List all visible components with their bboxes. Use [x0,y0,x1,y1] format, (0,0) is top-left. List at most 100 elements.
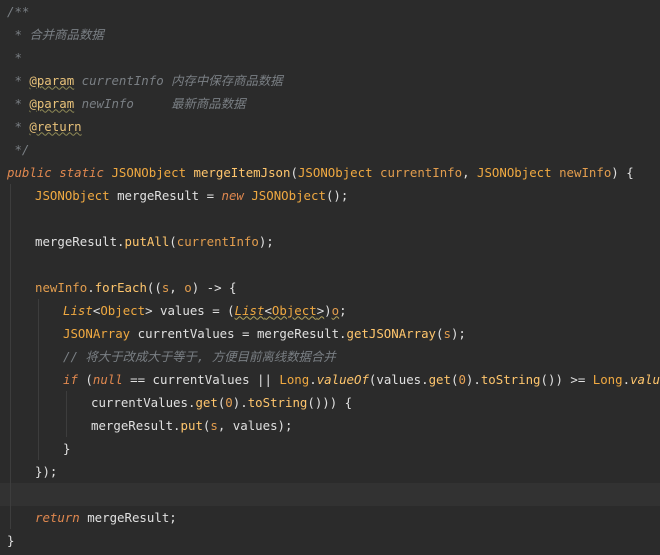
code-text: * @return [7,115,82,138]
code-line[interactable]: * [0,46,660,69]
code-token: toString [480,371,541,387]
code-token: * [7,49,22,65]
code-line[interactable]: } [0,436,660,460]
code-line[interactable]: return mergeResult; [0,505,660,529]
indent-guide [10,413,11,437]
code-line[interactable]: }); [0,459,660,483]
code-line[interactable]: // 将大于改成大于等于, 方便目前离线数据合并 [0,344,660,368]
code-line[interactable] [0,206,660,230]
code-token: Object [100,302,146,318]
code-token: s [210,417,218,433]
code-line[interactable]: JSONObject mergeResult = new JSONObject(… [0,183,660,207]
code-token: Long [592,371,623,387]
indent-guide [38,367,39,391]
code-token: . [87,279,95,295]
code-token: (( [146,279,162,295]
code-token: o [184,279,192,295]
code-token: 0 [458,371,466,387]
code-line[interactable]: mergeResult.put(s, values); [0,413,660,437]
indent-guide [38,436,39,460]
code-token: // 将大于改成大于等于, 方便目前离线数据合并 [63,348,336,364]
code-text: currentValues.get(0).toString())) { [91,391,352,414]
code-line[interactable]: * 合并商品数据 [0,23,660,46]
code-line-current[interactable] [0,482,660,506]
code-line[interactable]: } [0,529,660,552]
code-line[interactable]: * @param currentInfo 内存中保存商品数据 [0,69,660,92]
code-text: }); [35,460,57,483]
code-token: @param [29,72,75,88]
code-token: ); [258,233,274,249]
code-token: currentInfo [176,233,259,249]
code-editor[interactable]: /** * 合并商品数据 * * @param currentInfo 内存中保… [0,0,660,555]
indent-guide [38,321,39,345]
indent-guide [10,482,11,506]
code-token: currentValues = mergeResult. [137,325,347,341]
code-token: ( [290,164,298,180]
code-line[interactable]: currentValues.get(0).toString())) { [0,390,660,414]
indent-guide [10,505,11,529]
code-text: * 合并商品数据 [7,23,104,46]
code-token: toString [247,394,308,410]
code-line[interactable]: */ [0,138,660,161]
code-text: if (null == currentValues || Long.valueO… [63,368,660,391]
code-text: * @param newInfo 最新商品数据 [7,92,245,115]
code-text: // 将大于改成大于等于, 方便目前离线数据合并 [63,345,336,368]
code-token: newInfo [35,279,88,295]
code-line[interactable] [0,252,660,276]
code-line[interactable]: JSONArray currentValues = mergeResult.ge… [0,321,660,345]
code-token: JSONArray [63,325,138,341]
code-token: List [63,302,93,318]
code-token: > values = [145,302,228,318]
code-token: 0 [225,394,233,410]
code-token: newInfo 最新商品数据 [74,95,246,111]
code-token: ( [85,371,93,387]
indent-guide [10,275,11,299]
code-line[interactable]: public static JSONObject mergeItemJson(J… [0,161,660,184]
code-line[interactable]: newInfo.forEach((s, o) -> { [0,275,660,299]
code-token: mergeResult. [91,417,181,433]
code-token: * 合并商品数据 [7,26,104,42]
indent-guide [38,413,39,437]
code-token: new [221,187,252,203]
code-token: currentInfo [380,164,463,180]
code-token: mergeResult. [35,233,125,249]
indent-guide [38,390,39,414]
code-line[interactable]: * @return [0,115,660,138]
code-token: @return [29,118,82,134]
code-line[interactable]: * @param newInfo 最新商品数据 [0,92,660,115]
code-token: , values); [217,417,293,433]
code-line[interactable]: if (null == currentValues || Long.valueO… [0,367,660,391]
code-token: ( [169,233,177,249]
code-token: currentInfo 内存中保存商品数据 [74,72,283,88]
code-token: JSONObject [297,164,381,180]
code-token: static [59,164,112,180]
code-token: forEach [94,279,147,295]
indent-guide [66,390,67,414]
code-token: o [331,302,340,318]
indent-guide [10,298,11,322]
indent-guide [10,459,11,483]
code-text: JSONObject mergeResult = new JSONObject(… [35,184,348,207]
indent-guide [10,321,11,345]
code-token: < [264,302,272,318]
code-token: valueOf [630,371,660,387]
code-token: JSONObject [35,187,118,203]
code-token: * [7,72,30,88]
code-text: mergeResult.putAll(currentInfo); [35,230,274,253]
code-text: */ [7,138,29,161]
indent-guide [10,206,11,230]
indent-guide [10,367,11,391]
code-token: , [169,279,185,295]
code-text: return mergeResult; [35,506,177,529]
code-token: return [35,509,88,525]
code-token: ) -> { [191,279,237,295]
code-line[interactable]: /** [0,0,660,23]
code-line[interactable]: List<Object> values = (List<Object>)o; [0,298,660,322]
indent-guide [10,344,11,368]
code-token: List [234,302,265,318]
code-line[interactable]: mergeResult.putAll(currentInfo); [0,229,660,253]
code-token: mergeResult = [117,187,222,203]
code-token: } [63,440,71,456]
code-text: * [7,46,22,69]
code-token: }); [35,463,58,479]
